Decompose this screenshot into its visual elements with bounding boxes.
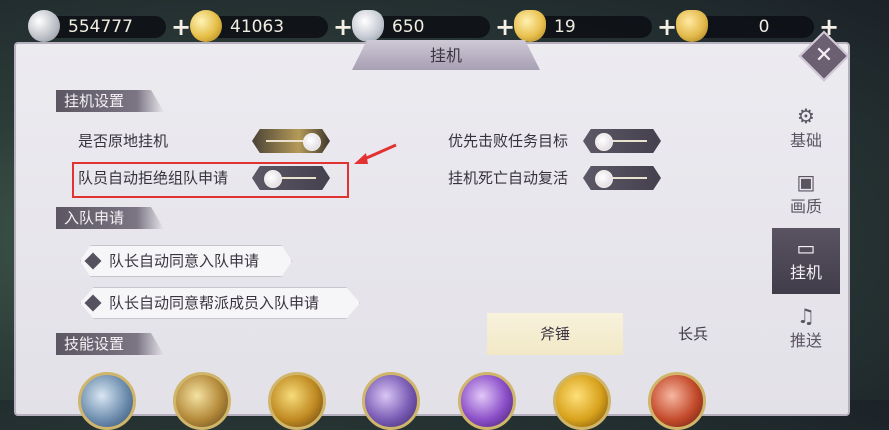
- gear-icon: ⚙: [797, 104, 815, 128]
- silver-ingot-icon: [352, 10, 384, 42]
- option-label: 挂机死亡自动复活: [448, 169, 569, 187]
- option-label: 是否原地挂机: [78, 132, 169, 150]
- nav-afk[interactable]: ▭ 挂机: [772, 228, 840, 294]
- gold-coin-icon: [190, 10, 222, 42]
- section-header-afk: 挂机设置: [56, 90, 164, 112]
- skill-icon[interactable]: [458, 372, 516, 430]
- option-label: 队长自动同意入队申请: [109, 252, 260, 270]
- option-label: 队长自动同意帮派成员入队申请: [109, 294, 320, 312]
- diamond-icon: [84, 294, 102, 312]
- monitor-icon: ▭: [796, 236, 816, 260]
- panel-title: 挂机: [352, 40, 540, 70]
- currency-value: 0: [758, 17, 770, 37]
- currency-value: 650: [392, 17, 425, 37]
- add-currency-button[interactable]: +: [494, 15, 516, 39]
- section-header-skills: 技能设置: [56, 333, 164, 355]
- close-icon: ✕: [814, 43, 834, 68]
- skill-icon[interactable]: [173, 372, 231, 430]
- currency-value: 554777: [68, 17, 133, 37]
- add-currency-button[interactable]: +: [170, 15, 192, 39]
- add-currency-button[interactable]: +: [332, 15, 354, 39]
- silver-coin-icon: [28, 10, 60, 42]
- nav-label: 挂机: [789, 263, 822, 282]
- bell-icon: ♫: [797, 304, 815, 328]
- side-navigation: ⚙ 基础 ▣ 画质 ▭ 挂机 ♫ 推送: [772, 96, 840, 400]
- skill-icon[interactable]: [362, 372, 420, 430]
- add-currency-button[interactable]: +: [656, 15, 678, 39]
- option-label: 优先击败任务目标: [448, 132, 569, 150]
- toggle-knob: [595, 133, 613, 151]
- gold-ingot-icon: [514, 10, 546, 42]
- join-option-leader-auto-accept-guild[interactable]: 队长自动同意帮派成员入队申请: [80, 287, 360, 319]
- toggle-knob: [595, 170, 613, 188]
- red-arrow-icon: [354, 143, 397, 164]
- currency-value: 19: [554, 17, 576, 37]
- diamond-icon: [84, 252, 102, 270]
- nav-label: 画质: [789, 197, 822, 216]
- toggle-stay-in-place[interactable]: [252, 129, 330, 153]
- highlight-box: [72, 162, 349, 198]
- nav-label: 基础: [789, 131, 822, 150]
- tab-long-weapon[interactable]: 长兵: [623, 313, 763, 355]
- skill-icon[interactable]: [268, 372, 326, 430]
- currency-value: 41063: [230, 17, 285, 37]
- nav-graphics[interactable]: ▣ 画质: [772, 162, 840, 226]
- toggle-prioritize-quest-target[interactable]: [583, 129, 661, 153]
- skill-icon[interactable]: [553, 372, 611, 430]
- nav-push[interactable]: ♫ 推送: [772, 296, 840, 360]
- skill-icon[interactable]: [78, 372, 136, 430]
- skill-icon[interactable]: [648, 372, 706, 430]
- nav-basic[interactable]: ⚙ 基础: [772, 96, 840, 160]
- tab-axe-hammer[interactable]: 斧锤: [487, 313, 623, 355]
- join-option-leader-auto-accept[interactable]: 队长自动同意入队申请: [80, 245, 292, 277]
- gold-ingot-small-icon: [676, 10, 708, 42]
- toggle-auto-revive[interactable]: [583, 166, 661, 190]
- picture-icon: ▣: [796, 170, 816, 194]
- section-header-team-join: 入队申请: [56, 207, 164, 229]
- nav-label: 推送: [789, 331, 822, 350]
- toggle-knob: [303, 133, 321, 151]
